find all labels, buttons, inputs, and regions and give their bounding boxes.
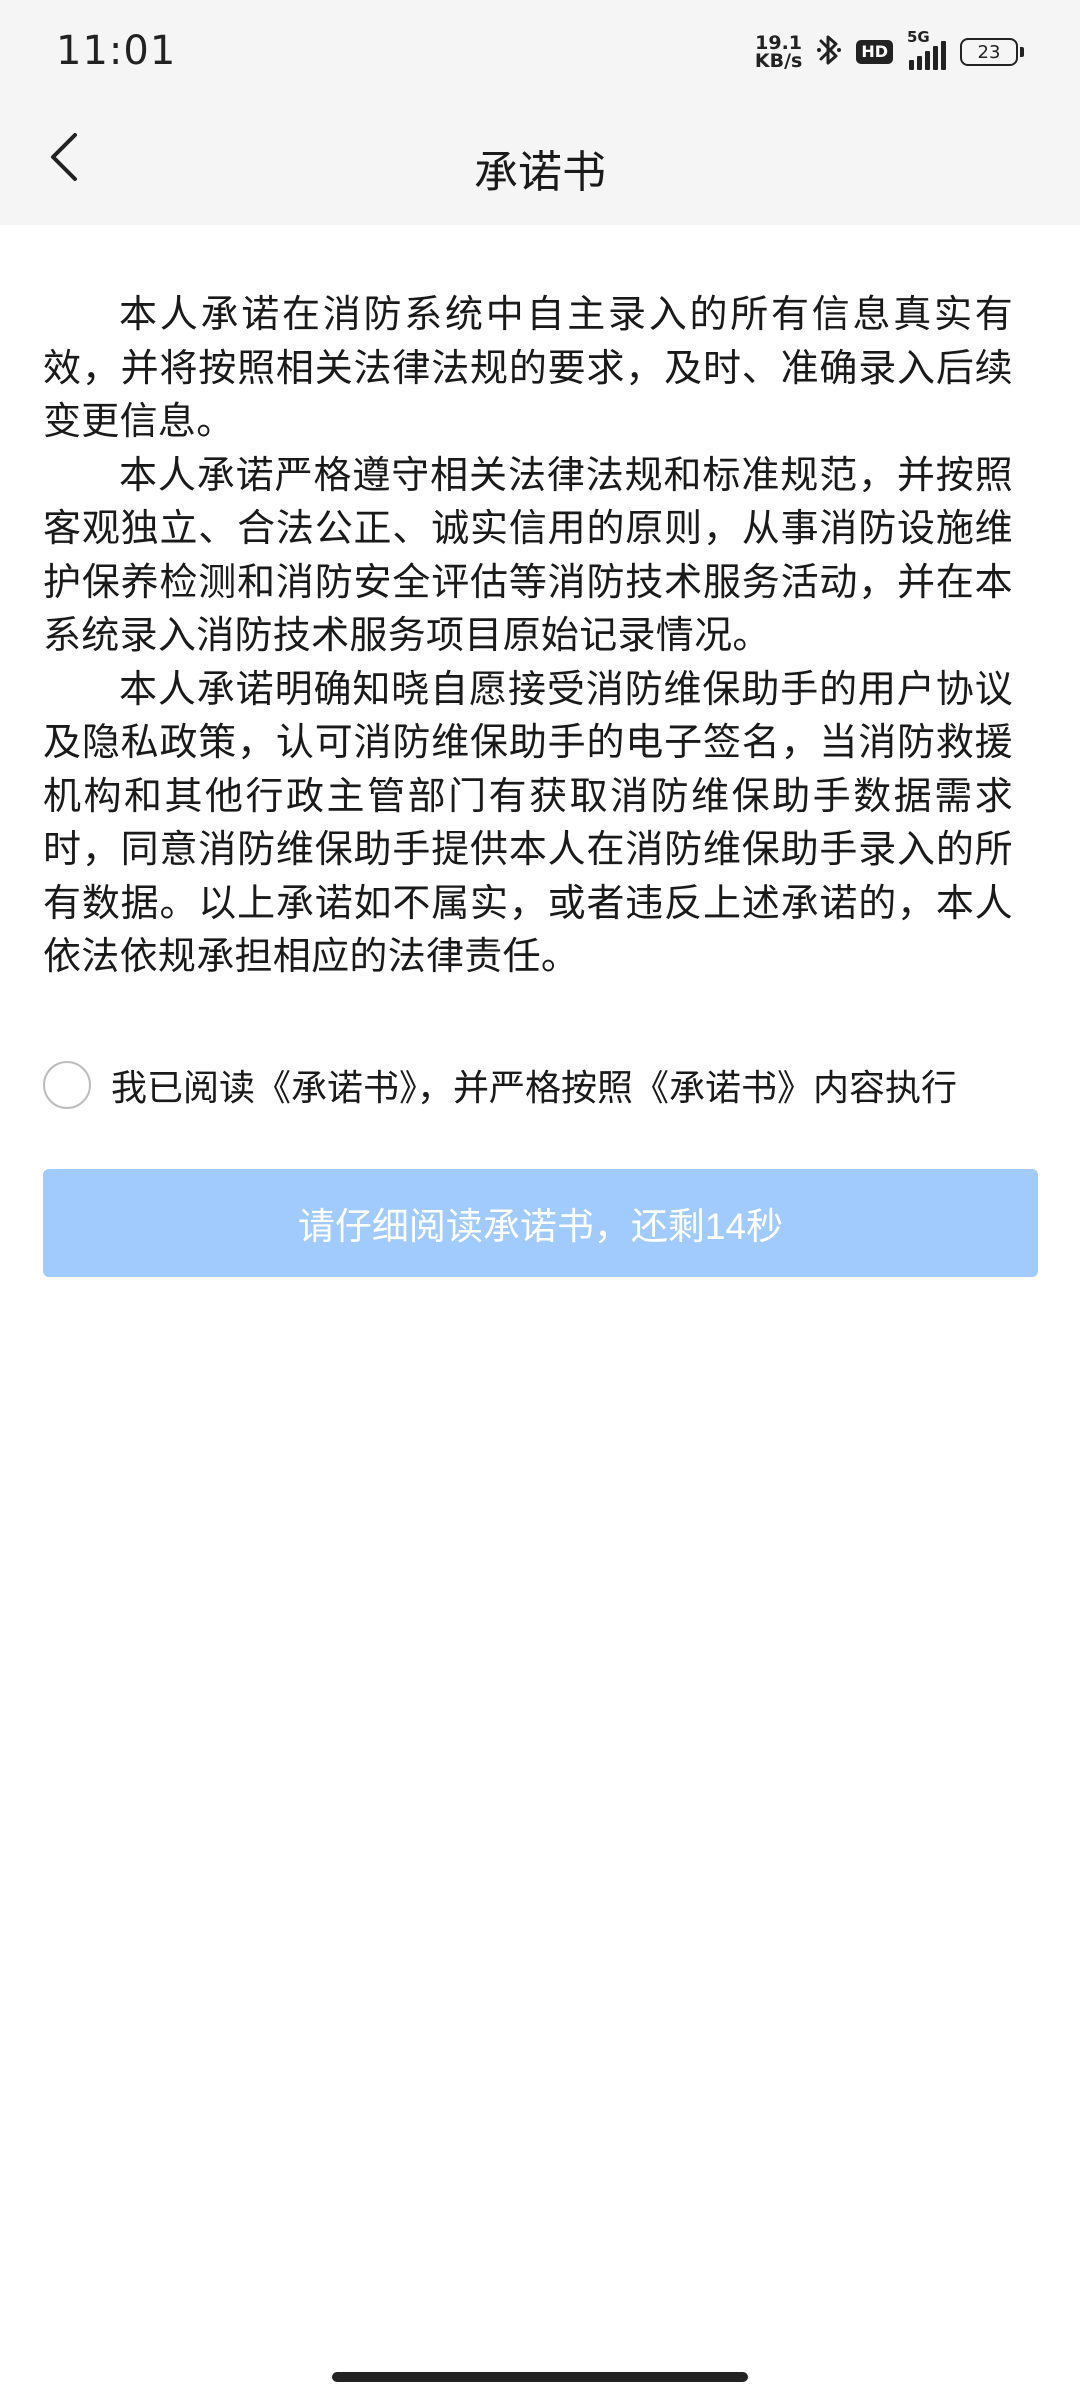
network-speed: 19.1 KB/s bbox=[754, 34, 803, 72]
status-time: 11:01 bbox=[56, 28, 177, 74]
page-title: 承诺书 bbox=[474, 147, 606, 198]
signal-bar bbox=[909, 60, 914, 70]
agreement-radio[interactable] bbox=[43, 1061, 91, 1109]
signal-bar bbox=[925, 51, 930, 70]
status-bar: 11:01 19.1 KB/s HD 5G 23 bbox=[0, 0, 1080, 100]
agreement-row[interactable]: 我已阅读《承诺书》，并严格按照《承诺书》内容执行 bbox=[43, 1058, 957, 1112]
battery-icon: 23 bbox=[960, 38, 1024, 66]
home-indicator[interactable] bbox=[332, 2372, 748, 2382]
navigation-bar: 承诺书 bbox=[0, 100, 1080, 225]
battery-tip bbox=[1020, 47, 1024, 57]
battery-level: 23 bbox=[960, 38, 1018, 66]
commitment-text: 本人承诺在消防系统中自主录入的所有信息真实有效，并将按照相关法律法规的要求，及时… bbox=[43, 288, 1013, 984]
status-icons: 19.1 KB/s HD 5G 23 bbox=[754, 28, 1024, 74]
signal-bar bbox=[941, 41, 946, 70]
cellular-signal-icon: 5G bbox=[907, 28, 946, 70]
signal-bar bbox=[917, 56, 922, 70]
confirm-button[interactable]: 请仔细阅读承诺书，还剩14秒 bbox=[43, 1169, 1038, 1277]
hd-badge: HD bbox=[856, 40, 893, 64]
network-speed-unit: KB/s bbox=[754, 50, 803, 72]
commitment-paragraph-1: 本人承诺在消防系统中自主录入的所有信息真实有效，并将按照相关法律法规的要求，及时… bbox=[43, 292, 1013, 443]
header-area: 11:01 19.1 KB/s HD 5G 23 承诺书 bbox=[0, 0, 1080, 225]
commitment-paragraph-2: 本人承诺严格遵守相关法律法规和标准规范，并按照客观独立、合法公正、诚实信用的原则… bbox=[43, 452, 1013, 658]
bluetooth-icon bbox=[816, 32, 842, 72]
signal-bar bbox=[933, 46, 938, 70]
agreement-label[interactable]: 我已阅读《承诺书》，并严格按照《承诺书》内容执行 bbox=[111, 1059, 957, 1111]
network-type-label: 5G bbox=[907, 28, 930, 46]
commitment-paragraph-3: 本人承诺明确知晓自愿接受消防维保助手的用户协议及隐私政策，认可消防维保助手的电子… bbox=[43, 666, 1013, 979]
